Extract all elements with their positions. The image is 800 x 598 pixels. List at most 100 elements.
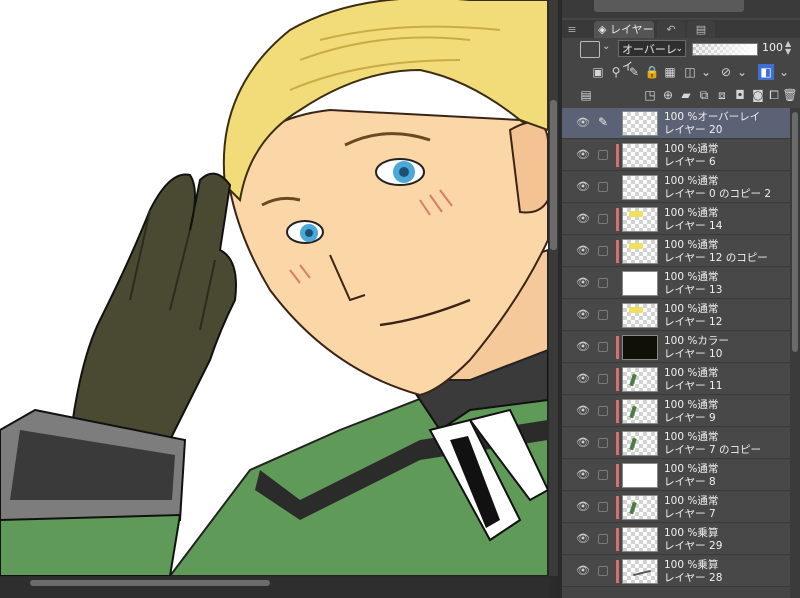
- eye-icon[interactable]: 👁: [576, 149, 590, 161]
- copy-layer-icon[interactable]: ⧠: [766, 87, 782, 103]
- layer-row[interactable]: 👁 100 %通常 レイヤー 14: [562, 204, 790, 235]
- lock-checkbox[interactable]: [598, 214, 608, 224]
- create-mask-icon[interactable]: ◙: [750, 87, 766, 103]
- canvas-area[interactable]: [0, 0, 558, 598]
- lock-checkbox[interactable]: [598, 182, 608, 192]
- lock-checkbox[interactable]: [598, 502, 608, 512]
- lock-checkbox[interactable]: [598, 342, 608, 352]
- opacity-slider[interactable]: [692, 43, 758, 56]
- transfer-down-icon[interactable]: ⧉: [696, 87, 712, 103]
- lock-checkbox[interactable]: [598, 566, 608, 576]
- apply-mask-icon[interactable]: ◘: [732, 87, 748, 103]
- new-vector-layer-icon[interactable]: ⊕: [660, 87, 676, 103]
- layer-thumbnail[interactable]: [622, 463, 658, 488]
- layer-row[interactable]: 👁 100 %通常 レイヤー 0 のコピー 2: [562, 172, 790, 203]
- eye-icon[interactable]: 👁: [576, 213, 590, 225]
- layer-thumbnail[interactable]: [622, 559, 658, 584]
- opacity-value[interactable]: 100: [762, 41, 783, 54]
- layer-row[interactable]: 👁 100 %通常 レイヤー 12: [562, 300, 790, 331]
- ruler-icon[interactable]: ⊘: [718, 64, 734, 80]
- layer-row[interactable]: 👁 100 %通常 レイヤー 9: [562, 396, 790, 427]
- layer-color-swatch[interactable]: [580, 41, 600, 58]
- tab-history[interactable]: ↶: [657, 21, 685, 38]
- eye-icon[interactable]: 👁: [576, 437, 590, 449]
- merge-down-icon[interactable]: ⧈: [714, 87, 730, 103]
- layer-row[interactable]: 👁 100 %通常 レイヤー 7: [562, 492, 790, 523]
- layer-thumbnail[interactable]: [622, 527, 658, 552]
- eye-icon[interactable]: 👁: [576, 501, 590, 513]
- lock-checkbox[interactable]: [598, 374, 608, 384]
- tab-navigator[interactable]: ▤: [687, 21, 715, 38]
- canvas-vertical-scrollbar[interactable]: [549, 0, 558, 576]
- layer-row[interactable]: 👁 100 %乗算 レイヤー 28: [562, 556, 790, 587]
- layer-thumbnail[interactable]: [622, 303, 658, 328]
- layer-list-scrollbar[interactable]: [790, 108, 800, 598]
- blend-mode-select[interactable]: オーバーレイ ⌄: [618, 40, 686, 73]
- lock-checkbox[interactable]: [598, 406, 608, 416]
- layer-scroll-thumb[interactable]: [792, 112, 798, 352]
- layer-list-icon[interactable]: ▤: [578, 87, 594, 103]
- layer-row[interactable]: 👁 100 %乗算 レイヤー 29: [562, 524, 790, 555]
- layer-thumbnail[interactable]: [622, 111, 658, 136]
- layer-thumbnail[interactable]: [622, 431, 658, 456]
- layer-thumbnail[interactable]: [622, 495, 658, 520]
- lock-checkbox[interactable]: [598, 246, 608, 256]
- eye-icon[interactable]: 👁: [576, 565, 590, 577]
- new-folder-icon[interactable]: ▰: [678, 87, 694, 103]
- layer-row[interactable]: 👁 100 %カラー レイヤー 10: [562, 332, 790, 363]
- layer-thumbnail[interactable]: [622, 207, 658, 232]
- clip-icon[interactable]: ▣: [590, 64, 606, 80]
- eye-icon[interactable]: 👁: [576, 309, 590, 321]
- delete-layer-icon[interactable]: 🗑: [782, 87, 798, 103]
- lock-checkbox[interactable]: [598, 470, 608, 480]
- eye-icon[interactable]: 👁: [576, 181, 590, 193]
- panel-top-button[interactable]: [594, 0, 744, 12]
- eye-icon[interactable]: 👁: [576, 341, 590, 353]
- layer-row[interactable]: 👁 100 %通常 レイヤー 12 のコピー: [562, 236, 790, 267]
- chevron-down-icon[interactable]: ⌄: [734, 64, 750, 80]
- layer-row[interactable]: 👁 100 %通常 レイヤー 8: [562, 460, 790, 491]
- layer-blend-info: 100 %通常: [664, 175, 719, 187]
- eye-icon[interactable]: 👁: [576, 373, 590, 385]
- draft-icon[interactable]: ✎: [626, 64, 642, 80]
- drawing-canvas[interactable]: [0, 0, 548, 576]
- layer-thumbnail[interactable]: [622, 239, 658, 264]
- lock-checkbox[interactable]: [598, 534, 608, 544]
- lock-checkbox[interactable]: [598, 150, 608, 160]
- layer-row[interactable]: 👁 100 %通常 レイヤー 13: [562, 268, 790, 299]
- layer-thumbnail[interactable]: [622, 175, 658, 200]
- chevron-down-icon[interactable]: ⌄: [776, 64, 792, 80]
- horizontal-scroll-thumb[interactable]: [30, 580, 270, 586]
- chevron-down-icon[interactable]: ⌄: [602, 41, 610, 52]
- vertical-scroll-thumb[interactable]: [550, 100, 557, 250]
- layer-thumbnail[interactable]: [622, 367, 658, 392]
- opacity-spinner-icon[interactable]: ▲ ▼: [785, 40, 791, 56]
- eye-icon[interactable]: 👁: [576, 245, 590, 257]
- layer-thumbnail[interactable]: [622, 271, 658, 296]
- tab-layer[interactable]: ◈ レイヤー: [594, 21, 654, 38]
- eye-icon[interactable]: 👁: [576, 469, 590, 481]
- layer-thumbnail[interactable]: [622, 399, 658, 424]
- layer-row[interactable]: 👁 100 %通常 レイヤー 11: [562, 364, 790, 395]
- lock-transparency-icon[interactable]: ▦: [662, 64, 678, 80]
- layer-thumbnail[interactable]: [622, 335, 658, 360]
- layer-thumbnail[interactable]: [622, 143, 658, 168]
- lock-checkbox[interactable]: [598, 278, 608, 288]
- layer-row[interactable]: 👁 100 %通常 レイヤー 7 のコピー: [562, 428, 790, 459]
- eye-icon[interactable]: 👁: [576, 405, 590, 417]
- layer-color-icon[interactable]: ◧: [758, 64, 774, 80]
- layer-row[interactable]: 👁 ✎ 100 %オーバーレイ レイヤー 20: [562, 108, 790, 139]
- lock-checkbox[interactable]: [598, 438, 608, 448]
- lock-icon[interactable]: 🔒: [644, 64, 660, 80]
- eye-icon[interactable]: 👁: [576, 117, 590, 129]
- chevron-down-icon[interactable]: ⌄: [698, 64, 714, 80]
- canvas-horizontal-scrollbar[interactable]: [0, 577, 549, 598]
- reference-icon[interactable]: ⚲: [608, 64, 624, 80]
- eye-icon[interactable]: 👁: [576, 533, 590, 545]
- panel-menu-icon[interactable]: ≡: [565, 21, 579, 38]
- lock-checkbox[interactable]: [598, 310, 608, 320]
- eye-icon[interactable]: 👁: [576, 277, 590, 289]
- new-raster-layer-icon[interactable]: ◳: [642, 87, 658, 103]
- layer-row[interactable]: 👁 100 %通常 レイヤー 6: [562, 140, 790, 171]
- mask-icon[interactable]: ◫: [682, 64, 698, 80]
